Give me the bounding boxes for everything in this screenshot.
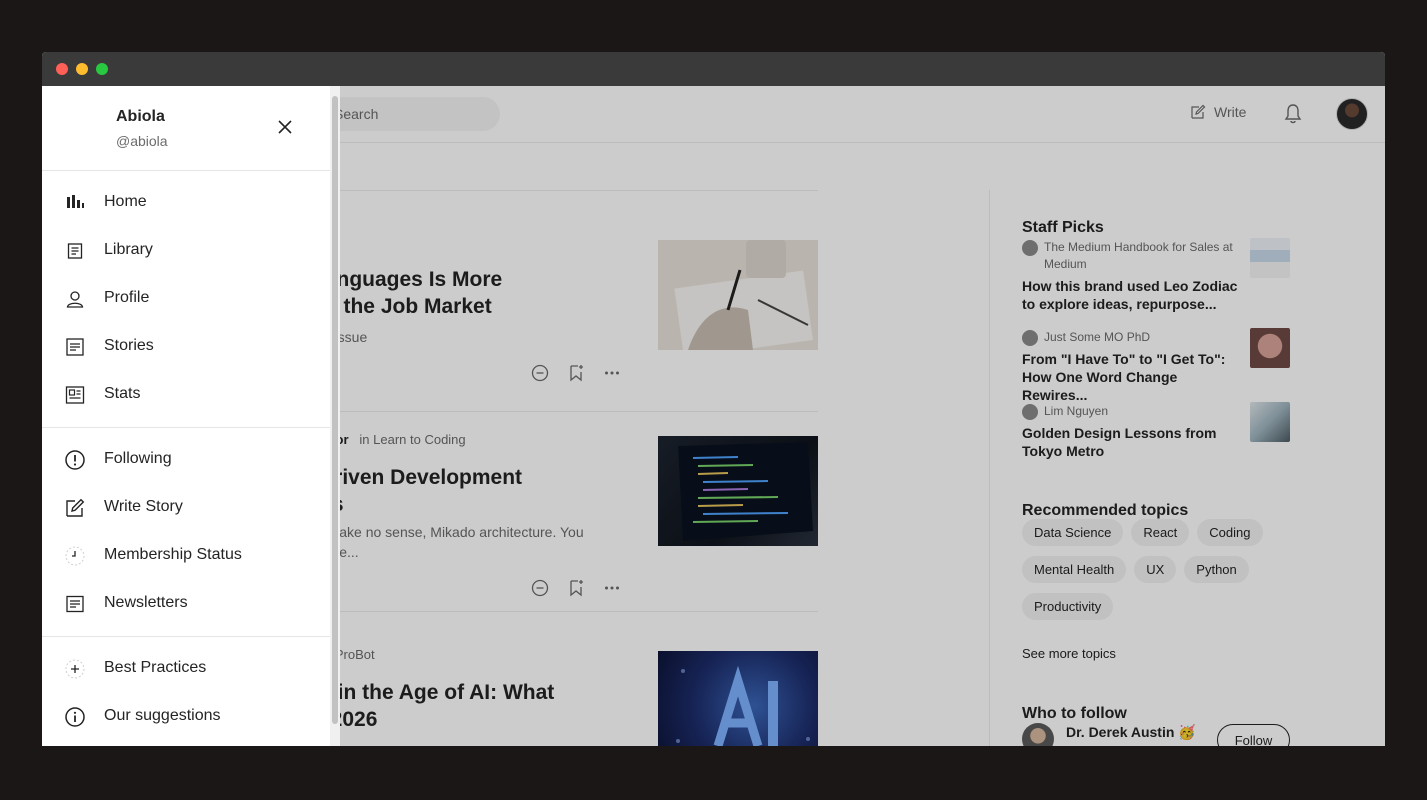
drawer-item-label: Write Story	[104, 498, 183, 515]
drawer-user-handle: @abiola	[116, 133, 168, 149]
drawer-item-newsletters[interactable]: Newsletters	[42, 584, 330, 624]
stats-icon	[65, 386, 85, 404]
page-content: Search Write Languages Is More on the Jo…	[42, 86, 1385, 746]
zoom-window-button[interactable]	[96, 63, 108, 75]
library-icon	[67, 243, 83, 259]
drawer-item-profile[interactable]: Profile	[42, 279, 330, 319]
following-icon	[65, 450, 85, 470]
drawer-item-library[interactable]: Library	[42, 231, 330, 271]
best-practices-icon	[65, 659, 85, 679]
suggestions-icon	[65, 707, 85, 727]
home-icon	[67, 195, 84, 208]
drawer-item-label: Home	[104, 193, 147, 210]
drawer-divider	[42, 636, 330, 637]
drawer-item-best-practices[interactable]: Best Practices	[42, 649, 330, 689]
drawer-user-name: Abiola	[116, 108, 165, 125]
title-bar	[42, 52, 1385, 86]
drawer-item-home[interactable]: Home	[42, 183, 330, 223]
close-window-button[interactable]	[56, 63, 68, 75]
newsletters-icon	[66, 595, 84, 613]
drawer-item-stories[interactable]: Stories	[42, 327, 330, 367]
drawer-divider	[42, 427, 330, 428]
drawer-scrollbar-thumb[interactable]	[332, 96, 338, 724]
drawer-item-label: Profile	[104, 289, 150, 306]
drawer-item-label: Library	[104, 241, 153, 258]
write-story-icon	[66, 498, 85, 517]
minimize-window-button[interactable]	[76, 63, 88, 75]
drawer-item-following[interactable]: Following	[42, 440, 330, 480]
close-icon[interactable]	[274, 116, 296, 138]
profile-icon	[66, 291, 84, 308]
drawer-item-label: Newsletters	[104, 594, 188, 611]
drawer-item-label: Stories	[104, 337, 154, 354]
drawer-item-membership-status[interactable]: Membership Status	[42, 536, 330, 576]
drawer-item-label: Following	[104, 450, 172, 467]
drawer-item-our-suggestions[interactable]: Our suggestions	[42, 697, 330, 737]
drawer-divider	[42, 170, 330, 171]
app-window: Search Write Languages Is More on the Jo…	[42, 52, 1385, 746]
drawer-item-label: Stats	[104, 385, 141, 402]
drawer-item-label: Our suggestions	[104, 707, 221, 724]
drawer-item-label: Best Practices	[104, 659, 207, 676]
drawer-item-stats[interactable]: Stats	[42, 375, 330, 415]
stories-icon	[66, 338, 84, 356]
drawer-item-write-story[interactable]: Write Story	[42, 488, 330, 528]
side-drawer: Abiola @abiola Home Library Profile Stor…	[42, 86, 340, 746]
drawer-item-label: Membership Status	[104, 546, 242, 563]
membership-icon	[65, 546, 85, 566]
